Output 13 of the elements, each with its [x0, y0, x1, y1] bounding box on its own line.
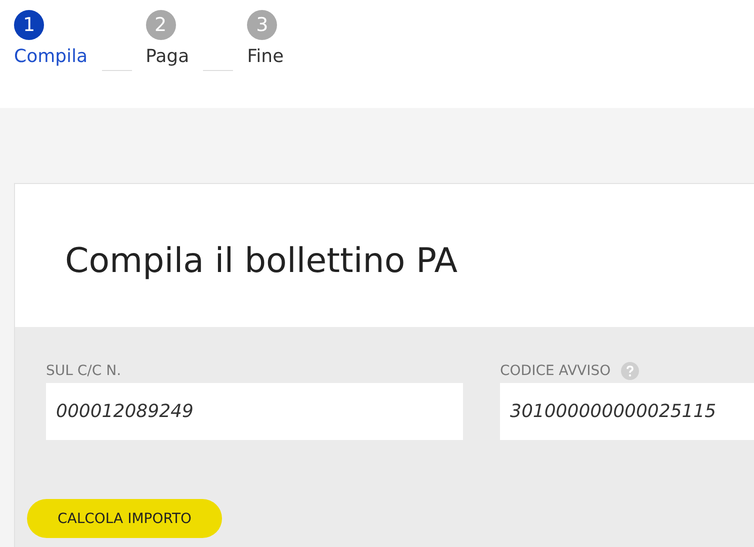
step-number: 2: [146, 10, 176, 40]
form-title: Compila il bollettino PA: [65, 240, 458, 280]
text-input[interactable]: 000012089249: [46, 383, 463, 440]
calculate-button[interactable]: CALCOLA IMPORTO: [27, 499, 222, 538]
field-label: SUL C/C N.: [46, 363, 122, 379]
step-label: Fine: [247, 46, 284, 67]
field-label: CODICE AVVISO: [500, 363, 611, 379]
step-label: Compila: [14, 46, 88, 67]
step-label: Paga: [146, 46, 190, 67]
help-icon[interactable]: [620, 362, 639, 380]
step-number: 3: [247, 10, 278, 40]
step-number: 1: [14, 10, 44, 40]
text-input[interactable]: 301000000000025115: [500, 383, 754, 440]
